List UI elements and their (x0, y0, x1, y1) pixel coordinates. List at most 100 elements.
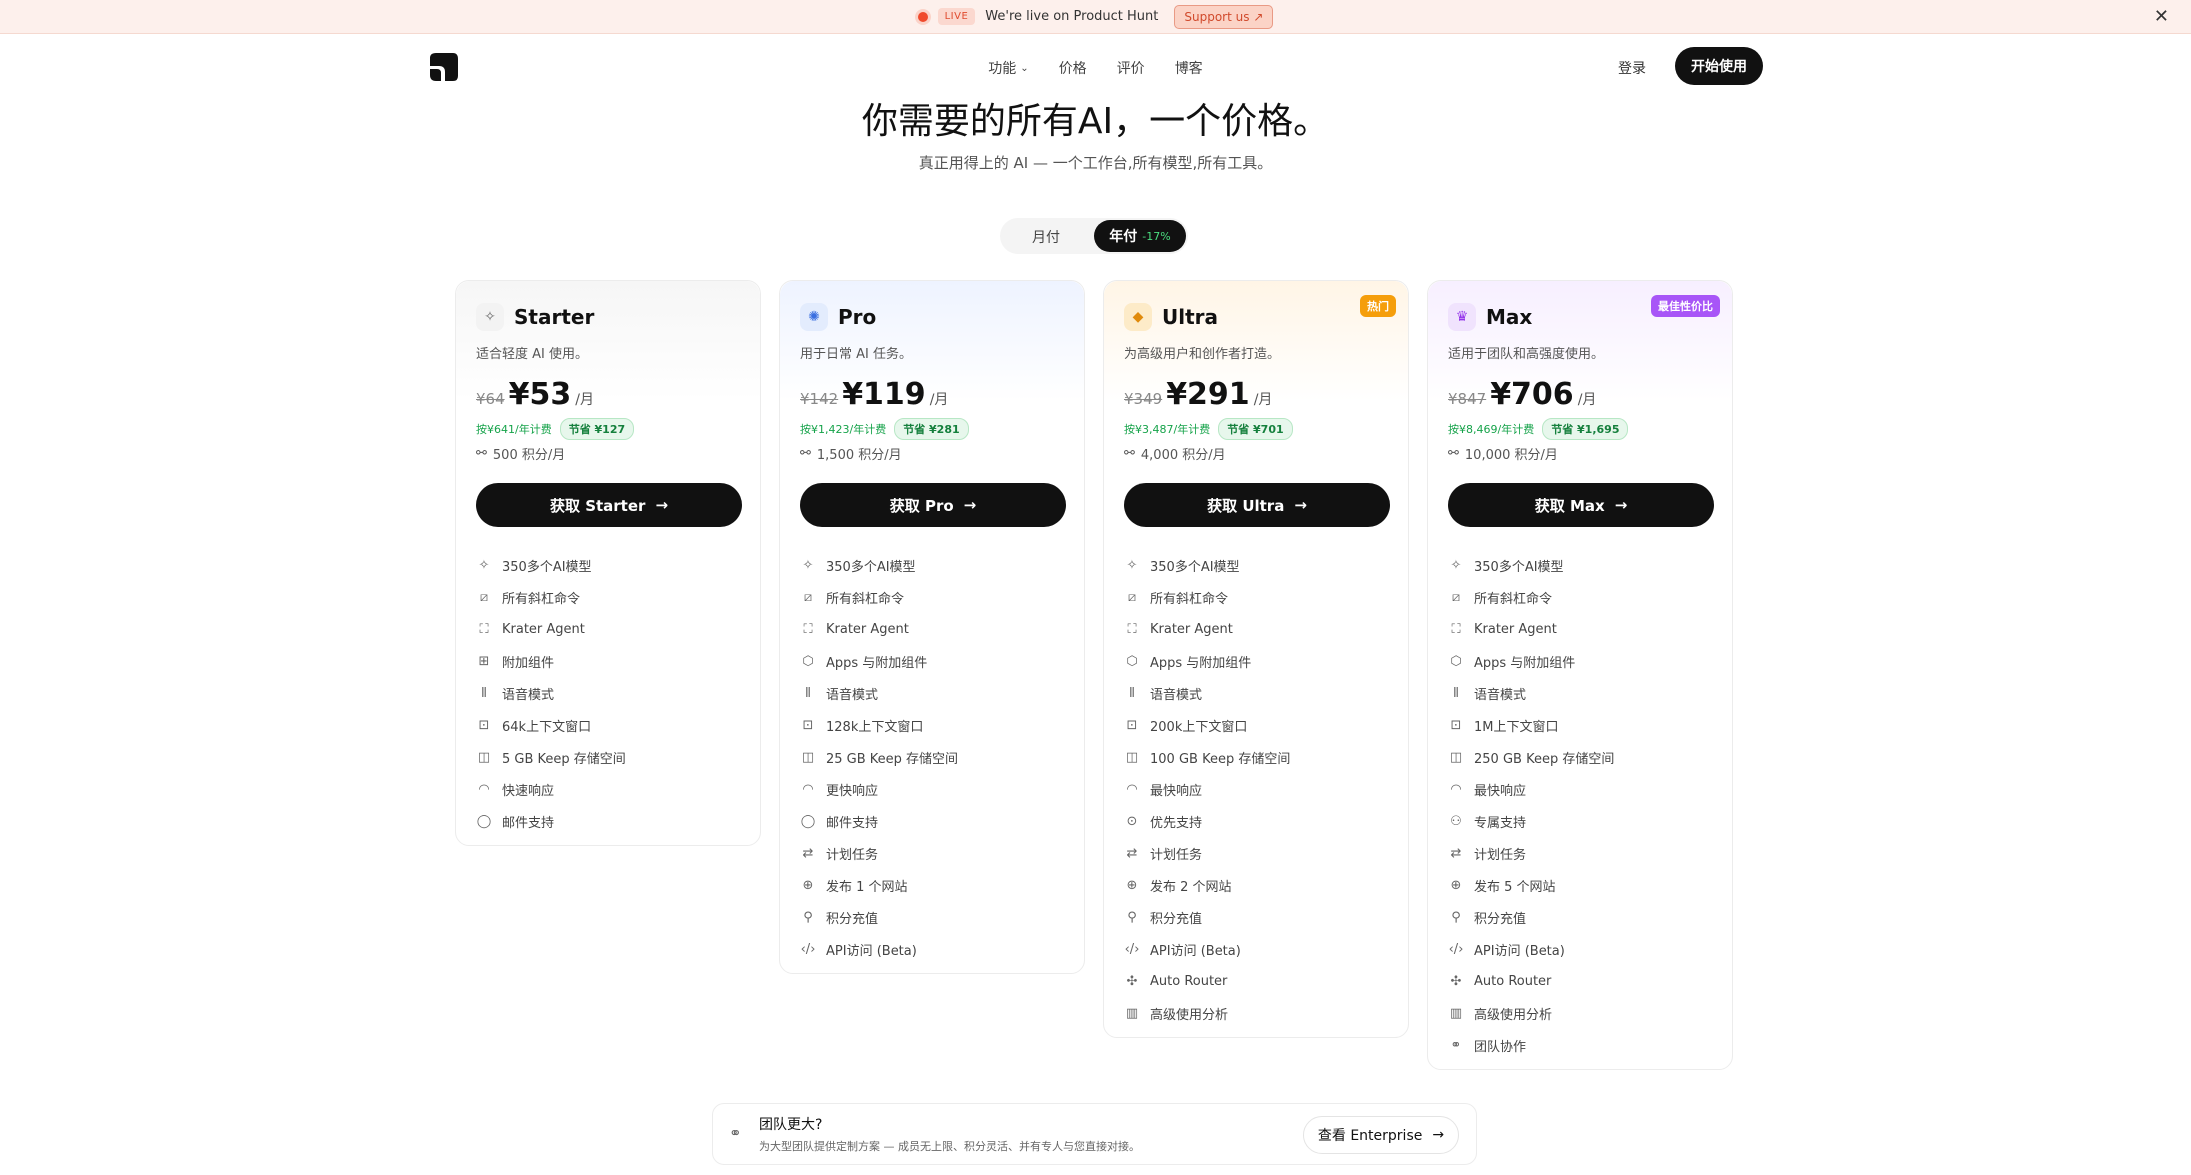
feature-label: 所有斜杠命令 (1150, 591, 1229, 607)
storage-icon: ◫ (1125, 749, 1139, 765)
feature-item: ⧄ 所有斜杠命令 (1448, 581, 1614, 613)
get-plan-button[interactable]: 获取 Pro → (800, 483, 1066, 527)
feature-item: ⇄ 计划任务 (800, 837, 958, 869)
support-us-label: Support us (1184, 9, 1250, 24)
slash-command-icon: ⧄ (1127, 589, 1137, 605)
nav-features[interactable]: 功能 ⌄ (988, 58, 1028, 78)
old-price: ¥142 (800, 390, 839, 408)
nav-pricing[interactable]: 价格 (1059, 58, 1087, 78)
priority-icon: ⊙ (1126, 813, 1138, 829)
yearly-billing: 按¥1,423/年计费 节省 ¥281 (800, 418, 969, 440)
plan-name: Max (1486, 305, 1533, 329)
feature-item: ⧄ 所有斜杠命令 (476, 581, 626, 613)
feature-label: 计划任务 (1150, 847, 1203, 863)
nav-reviews[interactable]: 评价 (1117, 58, 1145, 78)
link-icon: ⚯ (476, 446, 487, 461)
agent-icon: ⛶ (1127, 621, 1137, 637)
feature-item: ✧ 350多个AI模型 (800, 549, 958, 581)
feature-item: ⊕ 发布 1 个网站 (800, 869, 958, 901)
storage-icon: ◫ (1449, 749, 1463, 765)
feature-label: 优先支持 (1150, 815, 1203, 831)
feature-label: API访问 (Beta) (1474, 943, 1565, 959)
plan-desc: 适合轻度 AI 使用。 (476, 347, 588, 362)
link-icon: ⚯ (1124, 446, 1135, 461)
feature-item: ⊞ 附加组件 (476, 645, 626, 677)
feature-item: ⧄ 所有斜杠命令 (800, 581, 958, 613)
feature-item: ✣ Auto Router (1124, 965, 1290, 997)
monthly-option[interactable]: 月付 (1032, 227, 1060, 247)
voice-icon: ⫴ (805, 685, 811, 701)
close-banner-icon[interactable]: ✕ (2154, 6, 2169, 27)
feature-item: ⊕ 发布 5 个网站 (1448, 869, 1614, 901)
feature-item: ▥ 高级使用分析 (1124, 997, 1290, 1029)
current-price: ¥119 (842, 377, 926, 412)
speed-icon: ◠ (1450, 781, 1462, 797)
feature-label: 邮件支持 (502, 815, 555, 831)
get-started-button[interactable]: 开始使用 (1675, 47, 1763, 85)
savings-badge: 节省 ¥1,695 (1542, 418, 1629, 440)
widgets-icon: ⊞ (478, 653, 490, 669)
savings-badge: 节省 ¥701 (1218, 418, 1293, 440)
enterprise-callout: ⚭ 团队更大? 为大型团队提供定制方案 — 成员无上限、积分灵活、并有专人与您直… (712, 1103, 1477, 1165)
get-plan-button[interactable]: 获取 Max → (1448, 483, 1714, 527)
arrow-right-icon: → (655, 496, 669, 514)
voice-icon: ⫴ (481, 685, 487, 701)
arrow-right-icon: → (1614, 496, 1628, 514)
globe-icon: ⊕ (1126, 877, 1138, 893)
feature-label: 1M上下文窗口 (1474, 719, 1559, 735)
feature-label: 专属支持 (1474, 815, 1527, 831)
feature-item: ⚭ 团队协作 (1448, 1029, 1614, 1061)
price-period: /月 (929, 392, 949, 408)
get-plan-label: 获取 Ultra (1207, 496, 1285, 515)
feature-label: 积分充值 (1150, 911, 1203, 927)
price-period: /月 (1253, 392, 1273, 408)
plan-price: ¥142 ¥119 /月 (800, 377, 948, 412)
nav-blog[interactable]: 博客 (1175, 58, 1203, 78)
credits-label: 1,500 积分/月 (816, 448, 902, 463)
feature-item: ⬡ Apps 与附加组件 (800, 645, 958, 677)
feature-list: ✧ 350多个AI模型 ⧄ 所有斜杠命令 ⛶ Krater Agent ⬡ Apps 与附加组… (1124, 549, 1291, 1029)
feature-label: 附加组件 (502, 655, 555, 671)
plan-desc: 为高级用户和创作者打造。 (1124, 347, 1281, 362)
get-plan-button[interactable]: 获取 Ultra → (1124, 483, 1390, 527)
coins-icon: ⚲ (1127, 909, 1137, 925)
billing-toggle: 月付 年付 -17% (1000, 218, 1188, 254)
old-price: ¥349 (1124, 390, 1163, 408)
feature-label: 语音模式 (826, 687, 879, 703)
feature-item: ⇄ 计划任务 (1124, 837, 1290, 869)
banner-text[interactable]: We're live on Product Hunt (985, 9, 1158, 24)
plan-card-ultra: ◆ Ultra 热门 为高级用户和创作者打造。 ¥349 ¥291 /月 按¥3… (1103, 280, 1409, 1038)
feature-label: Apps 与附加组件 (1474, 655, 1576, 671)
feature-item: ◫ 5 GB Keep 存储空间 (476, 741, 626, 773)
feature-label: 快速响应 (502, 783, 555, 799)
feature-item: ⊡ 128k上下文窗口 (800, 709, 958, 741)
voice-icon: ⫴ (1453, 685, 1459, 701)
link-icon: ⚯ (1448, 446, 1459, 461)
feature-item: ⚲ 积分充值 (800, 901, 958, 933)
login-link[interactable]: 登录 (1618, 58, 1646, 78)
yearly-billing: 按¥8,469/年计费 节省 ¥1,695 (1448, 418, 1629, 440)
support-us-button[interactable]: Support us ↗ (1174, 4, 1274, 29)
feature-label: 发布 2 个网站 (1150, 879, 1232, 895)
cube-icon: ⬡ (1450, 653, 1462, 669)
main-menu: 功能 ⌄ 价格 评价 博客 (0, 58, 2191, 78)
plan-icon: ♛ (1448, 303, 1476, 331)
credits-label: 4,000 积分/月 (1140, 448, 1226, 463)
plan-card-pro: ✺ Pro 用于日常 AI 任务。 ¥142 ¥119 /月 按¥1,423/年… (779, 280, 1085, 974)
feature-label: 100 GB Keep 存储空间 (1150, 751, 1291, 767)
context-icon: ⊡ (478, 717, 490, 733)
speed-icon: ◠ (802, 781, 814, 797)
feature-item: ◠ 最快响应 (1124, 773, 1290, 805)
arrow-right-icon: → (1294, 496, 1307, 514)
yearly-option[interactable]: 年付 -17% (1094, 220, 1186, 252)
plan-card-max: ♛ Max 最佳性价比 适用于团队和高强度使用。 ¥847 ¥706 /月 按¥… (1427, 280, 1733, 1070)
context-icon: ⊡ (802, 717, 814, 733)
get-plan-button[interactable]: 获取 Starter → (476, 483, 742, 527)
feature-item: ✧ 350多个AI模型 (1124, 549, 1290, 581)
feature-item: ⊡ 64k上下文窗口 (476, 709, 626, 741)
storage-icon: ◫ (801, 749, 815, 765)
feature-label: 发布 5 个网站 (1474, 879, 1556, 895)
plan-credits: ⚯ 500 积分/月 (476, 444, 565, 463)
feature-label: API访问 (Beta) (826, 943, 917, 959)
view-enterprise-button[interactable]: 查看 Enterprise → (1303, 1116, 1459, 1154)
